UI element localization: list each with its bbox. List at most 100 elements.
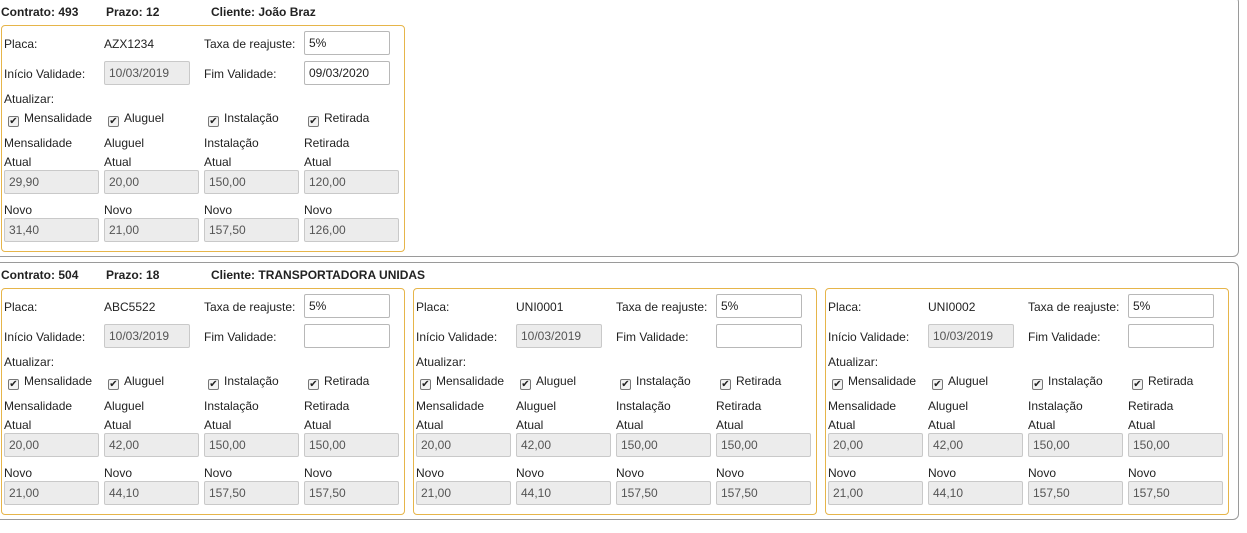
mensalidade-checkbox[interactable]: ✔ Mensalidade bbox=[8, 111, 92, 127]
novo-label: Novo bbox=[516, 466, 545, 480]
atual-label: Atual bbox=[4, 155, 32, 169]
taxa-input[interactable]: 5% bbox=[304, 31, 390, 55]
taxa-input[interactable]: 5% bbox=[1128, 294, 1214, 318]
contract-client: Cliente: TRANSPORTADORA UNIDAS bbox=[211, 268, 426, 282]
check-icon[interactable]: ✔ bbox=[420, 379, 431, 390]
mensalidade-novo-input: 21,00 bbox=[828, 481, 923, 505]
contract-number: Contrato: 504 bbox=[1, 268, 79, 282]
retirada-checkbox[interactable]: ✔ Retirada bbox=[1132, 374, 1193, 390]
taxa-label: Taxa de reajuste: bbox=[1028, 300, 1120, 314]
novo-label: Novo bbox=[928, 466, 957, 480]
fim-input[interactable] bbox=[304, 324, 390, 348]
novo-label: Novo bbox=[104, 203, 133, 217]
placa-value: UNI0002 bbox=[928, 300, 976, 314]
mensalidade-checkbox[interactable]: ✔ Mensalidade bbox=[832, 374, 916, 390]
check-icon[interactable]: ✔ bbox=[308, 116, 319, 127]
mensalidade-checkbox[interactable]: ✔ Mensalidade bbox=[8, 374, 92, 390]
instalacao-checkbox[interactable]: ✔ Instalação bbox=[208, 111, 279, 127]
aluguel-atual-input: 42,00 bbox=[104, 433, 199, 457]
inicio-input: 10/03/2019 bbox=[516, 324, 602, 348]
taxa-label: Taxa de reajuste: bbox=[204, 37, 296, 51]
check-icon[interactable]: ✔ bbox=[208, 379, 219, 390]
check-icon[interactable]: ✔ bbox=[108, 116, 119, 127]
mensalidade-atual-input: 20,00 bbox=[4, 433, 99, 457]
instalacao-atual-input: 150,00 bbox=[1028, 433, 1123, 457]
retirada-atual-input: 150,00 bbox=[1128, 433, 1223, 457]
fim-input[interactable] bbox=[716, 324, 802, 348]
check-icon[interactable]: ✔ bbox=[1132, 379, 1143, 390]
check-icon[interactable]: ✔ bbox=[8, 379, 19, 390]
check-icon[interactable]: ✔ bbox=[308, 379, 319, 390]
col-instalacao-label: Instalação bbox=[616, 399, 671, 413]
col-instalacao-label: Instalação bbox=[1028, 399, 1083, 413]
col-aluguel-label: Aluguel bbox=[104, 136, 145, 150]
contract-term: Prazo: 18 bbox=[106, 268, 160, 282]
check-icon[interactable]: ✔ bbox=[520, 379, 531, 390]
retirada-novo-input: 157,50 bbox=[716, 481, 811, 505]
instalacao-novo-input: 157,50 bbox=[616, 481, 711, 505]
check-icon[interactable]: ✔ bbox=[932, 379, 943, 390]
check-icon[interactable]: ✔ bbox=[620, 379, 631, 390]
novo-label: Novo bbox=[304, 466, 333, 480]
aluguel-novo-input: 44,10 bbox=[516, 481, 611, 505]
retirada-novo-input: 157,50 bbox=[304, 481, 399, 505]
aluguel-novo-input: 44,10 bbox=[928, 481, 1023, 505]
instalacao-atual-input: 150,00 bbox=[616, 433, 711, 457]
aluguel-checkbox[interactable]: ✔ Aluguel bbox=[520, 374, 576, 390]
atualizar-label: Atualizar: bbox=[4, 355, 55, 369]
mensalidade-novo-input: 21,00 bbox=[4, 481, 99, 505]
mensalidade-atual-input: 20,00 bbox=[828, 433, 923, 457]
col-retirada-label: Retirada bbox=[304, 136, 350, 150]
atual-label: Atual bbox=[204, 155, 232, 169]
atual-label: Atual bbox=[516, 418, 544, 432]
fim-label: Fim Validade: bbox=[1028, 330, 1101, 344]
col-instalacao-label: Instalação bbox=[204, 136, 259, 150]
contract-number: Contrato: 493 bbox=[1, 5, 79, 19]
atual-label: Atual bbox=[716, 418, 744, 432]
col-mensalidade-label: Mensalidade bbox=[4, 136, 73, 150]
aluguel-checkbox[interactable]: ✔ Aluguel bbox=[108, 111, 164, 127]
atualizar-label: Atualizar: bbox=[416, 355, 467, 369]
mensalidade-checkbox[interactable]: ✔ Mensalidade bbox=[420, 374, 504, 390]
aluguel-novo-input: 21,00 bbox=[104, 218, 199, 242]
atual-label: Atual bbox=[1128, 418, 1156, 432]
check-icon[interactable]: ✔ bbox=[832, 379, 843, 390]
taxa-input[interactable]: 5% bbox=[304, 294, 390, 318]
retirada-checkbox[interactable]: ✔ Retirada bbox=[308, 111, 369, 127]
col-aluguel-label: Aluguel bbox=[516, 399, 557, 413]
aluguel-novo-input: 44,10 bbox=[104, 481, 199, 505]
novo-label: Novo bbox=[616, 466, 645, 480]
check-icon[interactable]: ✔ bbox=[1032, 379, 1043, 390]
mensalidade-novo-input: 21,00 bbox=[416, 481, 511, 505]
col-mensalidade-label: Mensalidade bbox=[4, 399, 73, 413]
instalacao-novo-input: 157,50 bbox=[204, 218, 299, 242]
atual-label: Atual bbox=[616, 418, 644, 432]
fim-input[interactable]: 09/03/2020 bbox=[304, 61, 390, 85]
check-icon[interactable]: ✔ bbox=[720, 379, 731, 390]
instalacao-atual-input: 150,00 bbox=[204, 170, 299, 194]
check-icon[interactable]: ✔ bbox=[108, 379, 119, 390]
fim-input[interactable] bbox=[1128, 324, 1214, 348]
novo-label: Novo bbox=[4, 466, 33, 480]
instalacao-checkbox[interactable]: ✔ Instalação bbox=[208, 374, 279, 390]
instalacao-checkbox[interactable]: ✔ Instalação bbox=[1032, 374, 1103, 390]
contract-client: Cliente: João Braz bbox=[211, 5, 316, 19]
atualizar-label: Atualizar: bbox=[828, 355, 879, 369]
vehicle-panel: Placa: AZX1234 Taxa de reajuste: 5% Iníc… bbox=[1, 25, 405, 252]
vehicle-panel: Placa: UNI0002 Taxa de reajuste: 5% Iníc… bbox=[825, 288, 1229, 515]
check-icon[interactable]: ✔ bbox=[208, 116, 219, 127]
aluguel-checkbox[interactable]: ✔ Aluguel bbox=[932, 374, 988, 390]
retirada-checkbox[interactable]: ✔ Retirada bbox=[720, 374, 781, 390]
retirada-checkbox[interactable]: ✔ Retirada bbox=[308, 374, 369, 390]
taxa-input[interactable]: 5% bbox=[716, 294, 802, 318]
vehicle-panel: Placa: ABC5522 Taxa de reajuste: 5% Iníc… bbox=[1, 288, 405, 515]
aluguel-checkbox[interactable]: ✔ Aluguel bbox=[108, 374, 164, 390]
atual-label: Atual bbox=[304, 155, 332, 169]
check-icon[interactable]: ✔ bbox=[8, 116, 19, 127]
instalacao-atual-input: 150,00 bbox=[204, 433, 299, 457]
inicio-label: Início Validade: bbox=[4, 67, 86, 81]
instalacao-checkbox[interactable]: ✔ Instalação bbox=[620, 374, 691, 390]
placa-label: Placa: bbox=[416, 300, 450, 314]
contract-panel: Contrato: 493 Prazo: 12 Cliente: João Br… bbox=[0, 0, 1239, 257]
atual-label: Atual bbox=[1028, 418, 1056, 432]
